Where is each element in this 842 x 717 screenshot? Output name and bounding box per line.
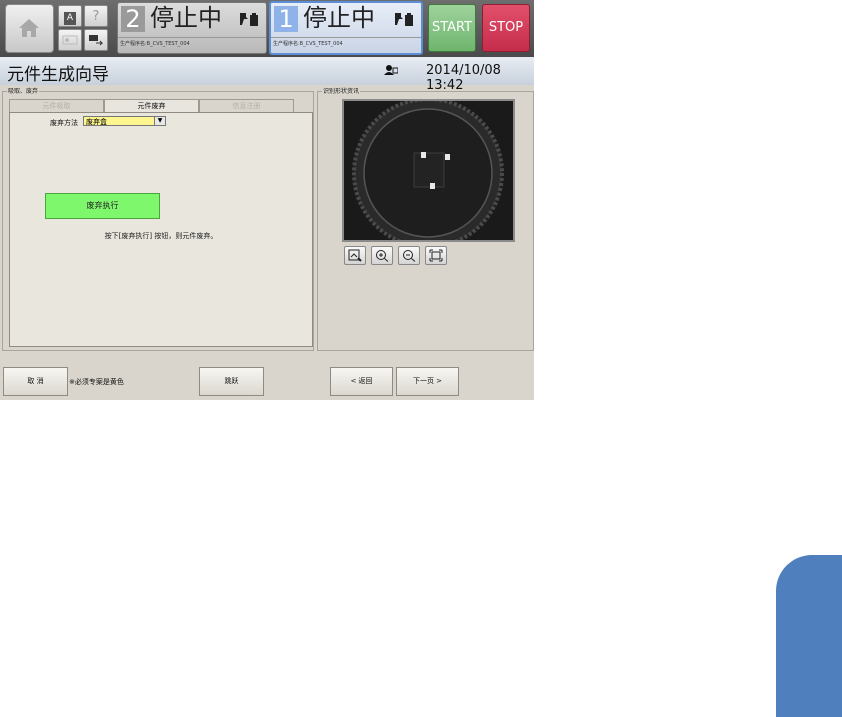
transfer-button[interactable] xyxy=(84,29,108,51)
auto-mode-button[interactable]: A xyxy=(58,5,82,27)
title-bar: 元件生成向导 2014/10/08 13:42 xyxy=(0,57,534,93)
line-number: 2 xyxy=(121,6,145,32)
program-name: 生产程序名:B_CVS_TEST_004 xyxy=(118,37,266,51)
recognition-shape-panel: 识别形状资讯 xyxy=(317,86,534,351)
line-status-text: 停止中 xyxy=(303,4,375,32)
fit-icon xyxy=(429,249,443,262)
line-number: 1 xyxy=(274,6,298,32)
line-status-text: 停止中 xyxy=(150,4,222,32)
help-button[interactable]: ? xyxy=(84,5,108,27)
page-title: 元件生成向导 xyxy=(7,65,109,85)
line-1-status-panel[interactable]: 1 停止中 生产程序名:B_CVS_TEST_004 xyxy=(269,1,423,55)
pickup-discard-panel: 吸取、废弃 元件吸取 元件废弃 信息注册 废弃方法 废弃盒 ▼ 废弃执行 按下[… xyxy=(2,86,314,351)
app-window: A ? 2 停止中 生产程序名:B_CVS_TEST_004 1 停止中 生产程… xyxy=(0,0,534,400)
zoom-in-icon xyxy=(376,250,389,262)
back-button[interactable]: < 返回 xyxy=(330,367,393,396)
auto-mode-icon: A xyxy=(64,12,76,25)
zoom-out-button[interactable] xyxy=(398,246,420,265)
camera-view[interactable] xyxy=(342,99,515,242)
stop-button[interactable]: STOP xyxy=(482,4,530,52)
zoom-in-button[interactable] xyxy=(371,246,393,265)
transfer-icon xyxy=(89,35,104,46)
operator-card-icon xyxy=(62,35,78,45)
operator-clipboard-icon xyxy=(395,13,413,26)
top-toolbar: A ? 2 停止中 生产程序名:B_CVS_TEST_004 1 停止中 生产程… xyxy=(0,0,534,57)
side-tab xyxy=(776,555,842,717)
discard-method-label: 废弃方法 xyxy=(50,119,78,127)
next-page-button[interactable]: 下一页 > xyxy=(396,367,459,396)
camera-image xyxy=(344,101,513,240)
home-button[interactable] xyxy=(5,4,54,53)
user-icon xyxy=(384,65,398,75)
tab-discard[interactable]: 元件废弃 xyxy=(104,99,199,113)
image-load-icon xyxy=(348,249,362,262)
image-load-button[interactable] xyxy=(344,246,366,265)
tab-register[interactable]: 信息注册 xyxy=(199,99,294,112)
program-name: 生产程序名:B_CVS_TEST_004 xyxy=(271,37,421,51)
panel-caption: 识别形状资讯 xyxy=(322,86,361,95)
discard-execute-button[interactable]: 废弃执行 xyxy=(45,193,160,219)
discard-method-value: 废弃盒 xyxy=(86,118,107,126)
home-icon xyxy=(19,19,39,37)
help-icon: ? xyxy=(92,9,100,24)
panel-caption: 吸取、废弃 xyxy=(7,86,40,95)
fit-view-button[interactable] xyxy=(425,246,447,265)
start-button[interactable]: START xyxy=(428,4,476,52)
chevron-down-icon[interactable]: ▼ xyxy=(154,117,165,125)
discard-hint: 按下[废弃执行] 按钮，则元件废弃。 xyxy=(104,232,218,240)
zoom-out-icon xyxy=(403,250,416,262)
required-note: ※必须专案是黄色 xyxy=(69,378,124,386)
line-2-status-panel[interactable]: 2 停止中 生产程序名:B_CVS_TEST_004 xyxy=(117,2,267,54)
discard-method-select[interactable]: 废弃盒 ▼ xyxy=(83,116,166,126)
discard-tab-body: 废弃方法 废弃盒 ▼ 废弃执行 按下[废弃执行] 按钮，则元件废弃。 xyxy=(9,112,313,347)
operator-clipboard-icon xyxy=(240,13,258,26)
wizard-tabs: 元件吸取 元件废弃 信息注册 xyxy=(9,99,299,113)
cancel-button[interactable]: 取 消 xyxy=(3,367,68,396)
skip-button[interactable]: 跳跃 xyxy=(199,367,264,396)
datetime: 2014/10/08 13:42 xyxy=(426,63,501,93)
operator-button[interactable] xyxy=(58,29,82,51)
tab-pickup[interactable]: 元件吸取 xyxy=(9,99,104,112)
